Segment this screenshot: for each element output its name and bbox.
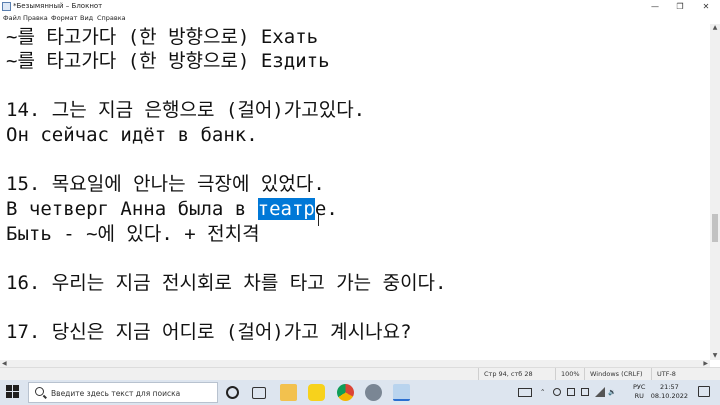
search-icon — [35, 387, 44, 396]
menu-format[interactable]: Формат — [51, 13, 77, 24]
text-line: 14. 그는 지금 은행으로 (걸어)가고있다. — [6, 99, 366, 121]
vertical-scrollbar[interactable]: ▲ ▼ — [710, 24, 720, 360]
title-bar: *Безымянный – Блокнот — ❐ ✕ — [0, 0, 720, 13]
usb-icon[interactable] — [581, 388, 589, 396]
minimize-button[interactable]: — — [643, 0, 667, 13]
menu-file[interactable]: Файл — [3, 13, 21, 24]
windows-start-icon[interactable] — [6, 385, 20, 399]
text-line: Он сейчас идёт в банк. — [6, 124, 258, 146]
text-before-selection: В четверг Анна была в — [6, 198, 258, 220]
cortana-icon[interactable] — [226, 386, 239, 399]
menu-help[interactable]: Справка — [97, 13, 126, 24]
task-view-icon[interactable] — [252, 387, 266, 399]
close-button[interactable]: ✕ — [694, 0, 718, 13]
keyboard-icon[interactable] — [518, 388, 532, 397]
menu-edit[interactable]: Правка — [23, 13, 48, 24]
menu-bar: Файл Правка Формат Вид Справка — [0, 13, 720, 24]
taskbar-search[interactable]: Введите здесь текст для поиска — [28, 382, 218, 403]
text-line: ~를 타고가다 (한 방향으로) Ехать — [6, 26, 319, 48]
status-bar: Стр 94, стб 28 100% Windows (CRLF) UTF-8 — [0, 367, 720, 381]
volume-icon[interactable]: 🔉 — [608, 388, 616, 396]
selected-text: театр — [257, 198, 315, 220]
maximize-button[interactable]: ❐ — [668, 0, 692, 13]
text-line-with-selection: В четверг Анна была в театре. — [6, 197, 338, 221]
scrollbar-thumb[interactable] — [712, 214, 718, 242]
chrome-icon[interactable] — [337, 384, 354, 401]
taskbar: Введите здесь текст для поиска ⌃ 🔉 РУС R… — [0, 380, 720, 405]
language-indicator[interactable]: РУС RU — [633, 383, 645, 401]
text-line: 16. 우리는 지금 전시회로 차를 타고 가는 중이다. — [6, 272, 447, 294]
menu-view[interactable]: Вид — [80, 13, 93, 24]
text-editor[interactable]: ~를 타고가다 (한 방향으로) Ехать ~를 타고가다 (한 방향으로) … — [0, 24, 710, 360]
clock-date: 08.10.2022 — [650, 392, 688, 400]
onedrive-icon[interactable] — [553, 388, 561, 396]
language-code: РУС — [633, 383, 646, 391]
network-icon[interactable] — [595, 387, 605, 397]
search-placeholder: Введите здесь текст для поиска — [51, 389, 181, 398]
scroll-up-icon[interactable]: ▲ — [710, 24, 720, 32]
camera-icon[interactable] — [567, 388, 575, 396]
notification-icon[interactable] — [698, 386, 710, 397]
file-explorer-icon[interactable] — [280, 384, 297, 401]
window-title: *Безымянный – Блокнот — [13, 2, 103, 10]
text-line: 15. 목요일에 안나는 극장에 있었다. — [6, 173, 325, 195]
tray-chevron-icon[interactable]: ⌃ — [540, 388, 545, 396]
kakaotalk-icon[interactable] — [308, 384, 325, 401]
notepad-taskbar-icon[interactable] — [393, 384, 410, 401]
notepad-icon — [2, 2, 11, 11]
scroll-right-icon[interactable]: ▶ — [703, 360, 708, 367]
clock[interactable]: 21:57 08.10.2022 — [651, 383, 688, 401]
settings-gear-icon[interactable] — [365, 384, 382, 401]
scroll-down-icon[interactable]: ▼ — [710, 352, 720, 360]
horizontal-scrollbar[interactable]: ◀ ▶ — [0, 360, 710, 367]
text-cursor — [318, 214, 319, 226]
text-line: 17. 당신은 지금 어디로 (걸어)가고 계시나요? — [6, 321, 412, 343]
text-line: Быть - ~에 있다. + 전치격 — [6, 223, 260, 245]
clock-time: 21:57 — [660, 383, 679, 391]
text-line: ~를 타고가다 (한 방향으로) Ездить — [6, 50, 330, 72]
language-region: RU — [634, 392, 644, 400]
scroll-left-icon[interactable]: ◀ — [2, 360, 7, 367]
